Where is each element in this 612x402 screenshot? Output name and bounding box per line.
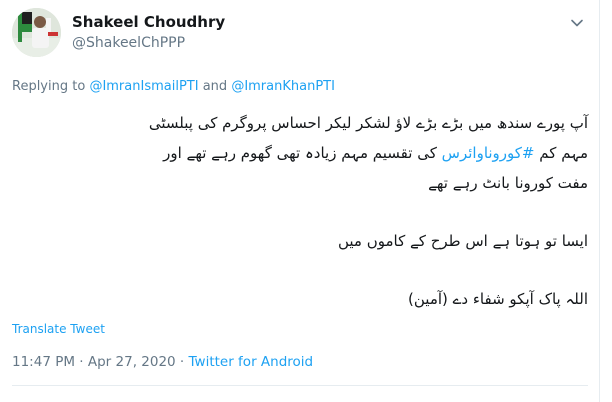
avatar-image — [12, 8, 61, 57]
tweet-client-link[interactable]: Twitter for Android — [189, 354, 314, 370]
divider — [12, 385, 588, 386]
tweet-line: آپ پورے سندھ میں بڑے بڑے لاؤ لشکر لیکر ا… — [148, 114, 588, 132]
reply-and: and — [202, 79, 228, 94]
chevron-down-icon[interactable] — [568, 14, 586, 32]
tweet-line-segment: کی تقسیم مہم زیادہ تھی گھوم رہے تھے اور — [163, 144, 437, 162]
hashtag-link[interactable]: #کوروناوائرس — [442, 144, 535, 162]
reply-mention-imrankhanpti[interactable]: @ImranKhanPTI — [231, 79, 335, 94]
reply-mention-imranismailpti[interactable]: @ImranIsmailPTI — [89, 79, 198, 94]
tweet-line: مفت کورونا بانٹ رہے تھے — [428, 174, 588, 192]
tweet-line: اللہ پاک آپکو شفاء دے (آمین) — [408, 290, 588, 308]
tweet-date[interactable]: Apr 27, 2020 — [88, 354, 176, 370]
timeline-border — [599, 0, 600, 402]
author-handle[interactable]: @ShakeelChPPP — [72, 33, 225, 53]
tweet-line: ایسا تو ہوتا ہے اس طرح کے کاموں میں — [337, 232, 588, 250]
tweet-line: مہم کم #کوروناوائرس کی تقسیم مہم زیادہ ت… — [12, 138, 588, 168]
tweet-metadata: 11:47 PM · Apr 27, 2020 · Twitter for An… — [12, 354, 313, 370]
meta-separator: · — [175, 354, 189, 370]
tweet-text: آپ پورے سندھ میں بڑے بڑے لاؤ لشکر لیکر ا… — [12, 108, 588, 314]
reply-context: Replying to @ImranIsmailPTI and @ImranKh… — [12, 79, 335, 94]
meta-separator: · — [75, 354, 88, 370]
tweet-time[interactable]: 11:47 PM — [12, 354, 75, 370]
reply-prefix: Replying to — [12, 79, 86, 94]
translate-tweet-link[interactable]: Translate Tweet — [12, 322, 105, 336]
author-display-name[interactable]: Shakeel Choudhry — [72, 12, 225, 32]
tweet-line-segment: مہم کم — [539, 144, 588, 162]
tweet-author[interactable]: Shakeel Choudhry @ShakeelChPPP — [72, 12, 225, 53]
avatar[interactable] — [12, 8, 61, 57]
